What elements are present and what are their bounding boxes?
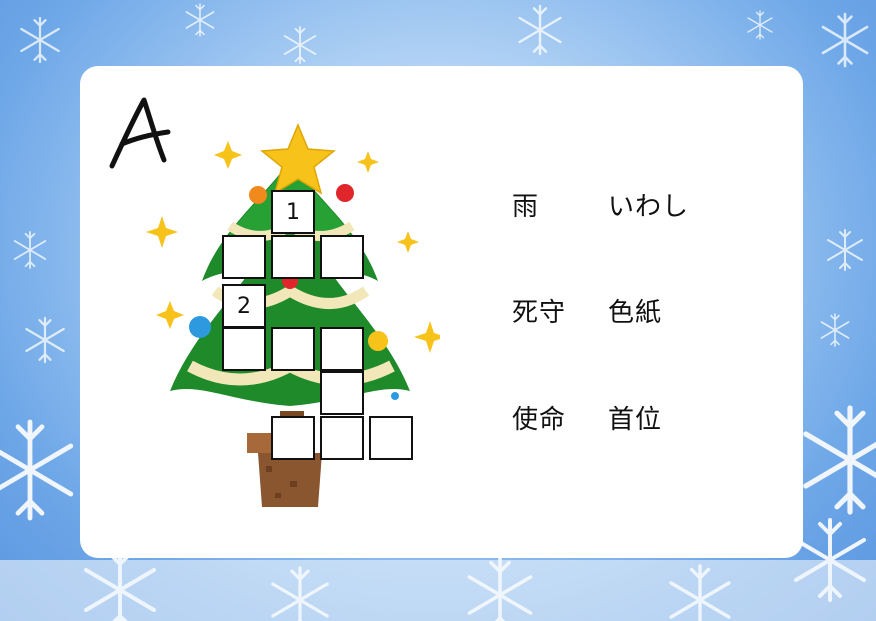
- crossword-cell[interactable]: [320, 371, 364, 415]
- clue-number: 1: [286, 199, 300, 225]
- crossword-cell[interactable]: [271, 416, 315, 460]
- clue-word-left: 雨: [512, 192, 540, 222]
- puzzle-card: 1 2 雨 いわし 死守 色紙 使命 首位: [80, 66, 803, 558]
- crossword-cell[interactable]: [271, 327, 315, 371]
- clue-word-left: 死守: [512, 298, 567, 328]
- clue-word-right: いわし: [608, 192, 690, 222]
- clue-word-right: 色紙: [608, 298, 663, 328]
- crossword-cell[interactable]: [271, 235, 315, 279]
- crossword-cell[interactable]: [320, 235, 364, 279]
- crossword-cell[interactable]: [320, 327, 364, 371]
- crossword-cell[interactable]: [369, 416, 413, 460]
- crossword-cell[interactable]: 1: [271, 190, 315, 234]
- crossword-cell[interactable]: [222, 235, 266, 279]
- crossword-cell[interactable]: [222, 327, 266, 371]
- crossword-cell[interactable]: 2: [222, 284, 266, 328]
- clue-word-left: 使命: [512, 405, 567, 435]
- clue-word-right: 首位: [608, 405, 663, 435]
- crossword-cell[interactable]: [320, 416, 364, 460]
- christmas-tree-illustration: [146, 123, 440, 507]
- clue-number: 2: [237, 293, 251, 319]
